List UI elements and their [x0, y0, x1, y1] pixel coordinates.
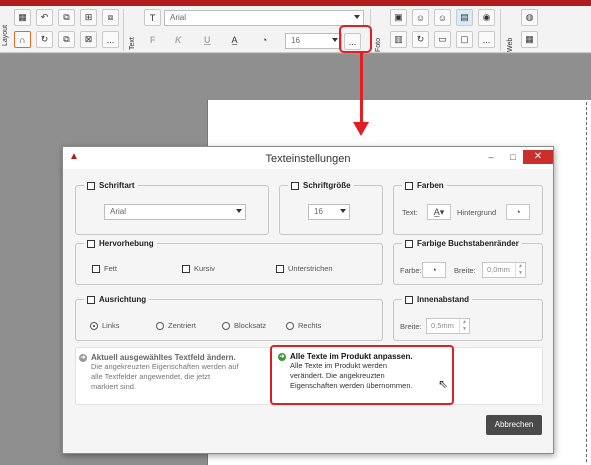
web-upload-icon[interactable]: ▦	[521, 31, 538, 48]
padding-width-input[interactable]: 0,5mm ▲ ▼	[426, 318, 470, 334]
font-select[interactable]: Arial	[164, 10, 364, 26]
apply-current-option[interactable]: ➜ Aktuell ausgewähltes Textfeld ändern. D…	[79, 353, 263, 401]
people-alt-icon[interactable]: ☺	[434, 9, 451, 26]
ausrichtung-checkbox[interactable]: Ausrichtung	[84, 295, 150, 304]
option-all-desc-1: Alle Texte im Produkt werden	[290, 361, 387, 370]
image-edit-icon[interactable]: ▤	[456, 9, 473, 26]
undo-icon[interactable]: ↶	[36, 9, 53, 26]
image-frame-icon[interactable]: ▢	[456, 31, 473, 48]
align-left-radio[interactable]: Links	[90, 321, 120, 330]
cancel-button[interactable]: Abbrechen	[486, 415, 542, 435]
innenabstand-checkbox[interactable]: Innenabstand	[402, 295, 473, 304]
annotation-arrow	[360, 53, 363, 125]
section-label-text: Text	[129, 37, 136, 50]
italic-button[interactable]: K	[175, 35, 182, 45]
group-schriftgroesse: Schriftgröße 16	[279, 181, 383, 235]
arrow-circle-icon: ➜	[278, 352, 286, 361]
kursiv-checkbox[interactable]: Kursiv	[182, 264, 215, 273]
align-right-radio[interactable]: Rechts	[286, 321, 321, 330]
outline-color-button[interactable]: ◔	[422, 262, 446, 278]
highlight-frame	[339, 25, 372, 53]
section-label-web: Web	[507, 37, 514, 52]
layer-back-icon[interactable]: ⧉	[58, 9, 75, 26]
frame-icon[interactable]: ▭	[434, 31, 451, 48]
toolbar: Layout ▦ ↶ ⧉ ⊞ ⧈ ∩ ↻ ⧉ ⊠ ... Text T Aria…	[0, 6, 591, 53]
underline-button[interactable]: U	[204, 35, 211, 45]
text-color-label: Text:	[402, 208, 418, 217]
dialog-title: Texteinstellungen	[265, 153, 351, 165]
effects-icon[interactable]: ◉	[478, 9, 495, 26]
highlight-color-icon[interactable]: ◔	[256, 31, 273, 48]
schriftart-checkbox[interactable]: Schriftart	[84, 181, 138, 190]
toolbar-separator	[123, 9, 124, 51]
text-color-button[interactable]: A̲▾	[427, 204, 451, 220]
font-size-select[interactable]: 16	[308, 204, 350, 220]
align-center-radio[interactable]: Zentriert	[156, 321, 196, 330]
outline-width-label: Breite:	[454, 266, 476, 275]
group-ausrichtung: Ausrichtung Links Zentriert Blocksatz Re…	[75, 295, 383, 341]
font-family-select[interactable]: Arial	[104, 204, 246, 220]
fett-checkbox[interactable]: Fett	[92, 264, 117, 273]
option-all-desc-2: verändert. Die angekreuzten	[290, 371, 385, 380]
group-hervorhebung: Hervorhebung Fett Kursiv Unterstrichen	[75, 239, 383, 285]
layer-front-icon[interactable]: ⧉	[58, 31, 75, 48]
close-button[interactable]: ✕	[523, 150, 553, 164]
text-settings-dialog: ▲ Texteinstellungen – □ ✕ Schriftart Ari…	[62, 146, 554, 454]
grid-icon[interactable]: ▦	[14, 9, 31, 26]
maximize-button[interactable]: □	[503, 150, 523, 164]
outline-width-input[interactable]: 0,0mm ▲ ▼	[482, 262, 526, 278]
size-select[interactable]: 16	[285, 33, 342, 49]
page-bleed-line	[586, 102, 587, 462]
magnet-icon[interactable]: ∩	[14, 31, 31, 48]
text-box-icon[interactable]: T	[144, 9, 161, 26]
add-page-icon[interactable]: ⊞	[80, 9, 97, 26]
hervorhebung-checkbox[interactable]: Hervorhebung	[84, 239, 157, 248]
arrow-circle-icon: ➜	[79, 353, 87, 362]
outline-color-label: Farbe:	[400, 266, 422, 275]
people-icon[interactable]: ☺	[412, 9, 429, 26]
bold-button[interactable]: F	[150, 35, 156, 45]
group-buchstabenraender: Farbige Buchstabenränder Farbe: ◔ Breite…	[393, 239, 543, 285]
align-justify-radio[interactable]: Blocksatz	[222, 321, 266, 330]
option-all-desc-3: Eigenschaften werden übernommen.	[290, 381, 413, 390]
group-schriftart: Schriftart Arial	[75, 181, 269, 235]
mouse-cursor-icon: ⇖	[438, 377, 449, 391]
apply-all-option[interactable]: ➜ Alle Texte im Produkt anpassen. Alle Te…	[270, 345, 454, 405]
section-label-foto: Foto	[375, 37, 382, 52]
group-innenabstand: Innenabstand Breite: 0,5mm ▲ ▼	[393, 295, 543, 341]
toolbar-separator	[500, 9, 501, 51]
annotation-arrowhead	[353, 122, 369, 136]
option-current-desc-1: Die angekreuzten Eigenschaften werden au…	[91, 362, 239, 371]
delete-page-icon[interactable]: ⊠	[80, 31, 97, 48]
farben-checkbox[interactable]: Farben	[402, 181, 447, 190]
padding-width-label: Breite:	[400, 322, 422, 331]
buchstabenraender-checkbox[interactable]: Farbige Buchstabenränder	[402, 239, 522, 248]
section-label-layout: Layout	[2, 24, 9, 46]
unterstrichen-checkbox[interactable]: Unterstrichen	[276, 264, 333, 273]
background-color-button[interactable]: ◔	[506, 204, 530, 220]
color-adjust-icon[interactable]: ▥	[390, 31, 407, 48]
schriftgroesse-checkbox[interactable]: Schriftgröße	[288, 181, 354, 190]
background-color-label: Hintergrund	[457, 208, 497, 217]
option-current-desc-2: alle Textfelder angewendet, die jetzt	[91, 372, 211, 381]
page-copy-icon[interactable]: ⧈	[102, 9, 119, 26]
globe-icon[interactable]: ◍	[521, 9, 538, 26]
layout-more-button[interactable]: ...	[102, 31, 119, 48]
foto-more-button[interactable]: ...	[478, 31, 495, 48]
image-icon[interactable]: ▣	[390, 9, 407, 26]
rotate-icon[interactable]: ↻	[36, 31, 53, 48]
option-current-desc-3: markiert sind.	[91, 382, 137, 391]
text-color-icon[interactable]: A̲	[226, 31, 243, 48]
crop-rotate-icon[interactable]: ↻	[412, 31, 429, 48]
minimize-button[interactable]: –	[481, 150, 501, 164]
group-farben: Farben Text: A̲▾ Hintergrund ◔	[393, 181, 543, 235]
